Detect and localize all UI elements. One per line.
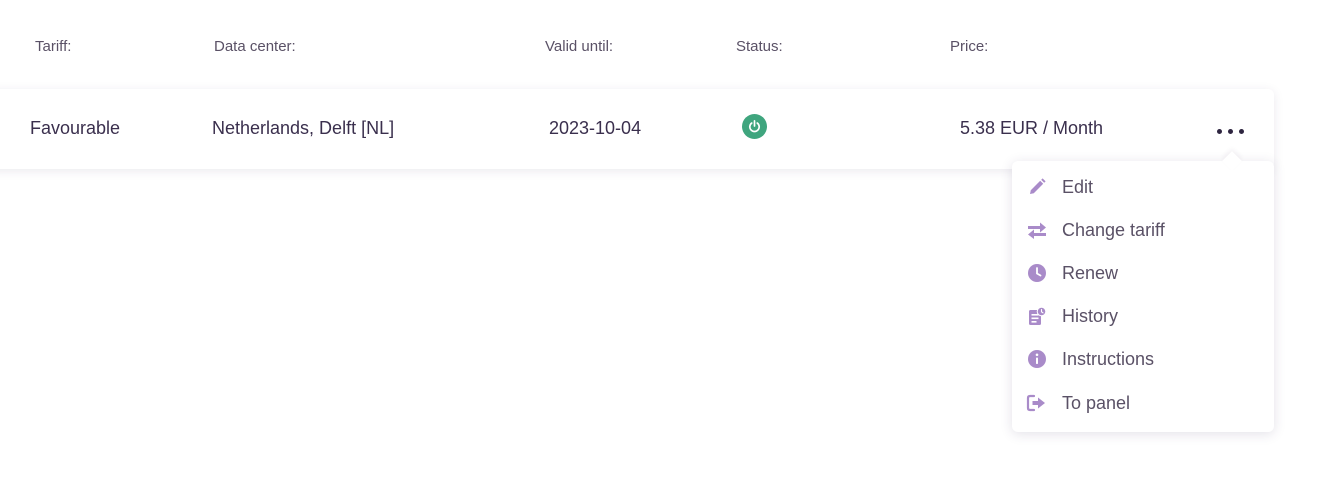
power-icon [742, 114, 767, 139]
sign-in-icon [1026, 392, 1048, 414]
dot [1227, 128, 1233, 134]
info-icon [1026, 348, 1048, 370]
header-data-center: Data center: [214, 38, 296, 55]
menu-item-label: Edit [1062, 176, 1094, 197]
valid-until-value: 2023-10-04 [549, 118, 642, 138]
header-status: Status: [736, 38, 783, 55]
clock-icon [1026, 262, 1048, 284]
menu-item-renew[interactable]: Renew [1012, 255, 1274, 291]
tariff-value: Favourable [30, 118, 121, 138]
pencil-icon [1026, 176, 1048, 198]
menu-item-label: Instructions [1062, 348, 1155, 369]
header-price: Price: [950, 38, 989, 55]
table-header: Tariff: Data center: Valid until: Status… [0, 38, 1328, 58]
dot [1238, 128, 1244, 134]
menu-item-label: To panel [1062, 392, 1131, 413]
menu-item-history[interactable]: History [1012, 298, 1274, 334]
price-value: 5.38 EUR / Month [960, 118, 1104, 138]
menu-item-edit[interactable]: Edit [1012, 169, 1274, 205]
more-options-button[interactable] [1212, 118, 1248, 144]
menu-item-label: Change tariff [1062, 219, 1165, 240]
menu-item-label: History [1062, 305, 1119, 326]
header-tariff: Tariff: [35, 38, 72, 55]
menu-item-to-panel[interactable]: To panel [1012, 385, 1274, 421]
swap-arrows-icon [1026, 219, 1048, 241]
menu-item-instructions[interactable]: Instructions [1012, 341, 1274, 377]
menu-item-change-tariff[interactable]: Change tariff [1012, 212, 1274, 248]
service-row: Favourable Netherlands, Delft [NL] 2023-… [0, 89, 1274, 169]
history-icon [1026, 305, 1048, 327]
data-center-value: Netherlands, Delft [NL] [212, 118, 395, 138]
actions-dropdown-menu: Edit Change tariff Renew History Instruc… [1012, 151, 1274, 432]
dot [1216, 128, 1222, 134]
menu-item-label: Renew [1062, 262, 1119, 283]
header-valid-until: Valid until: [545, 38, 614, 55]
